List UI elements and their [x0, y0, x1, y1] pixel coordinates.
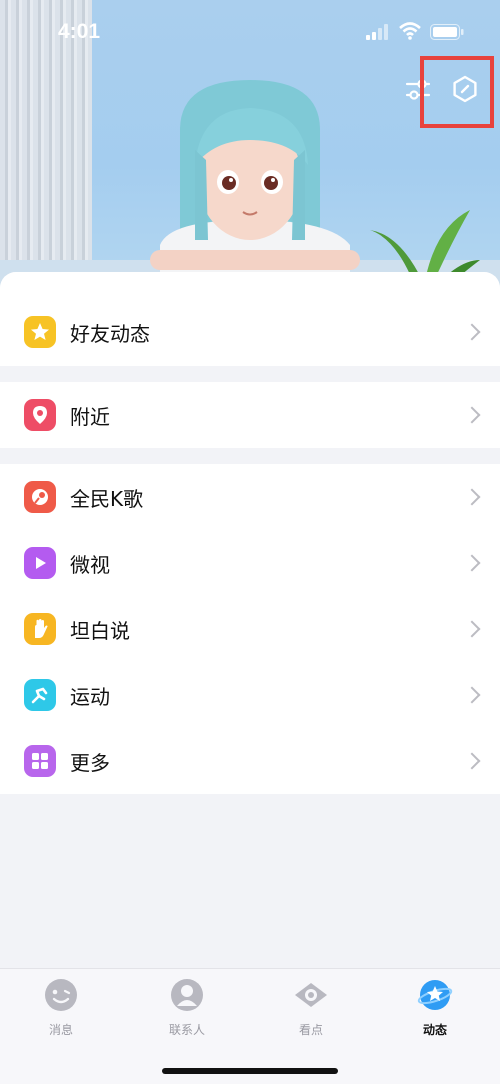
tab-label: 看点 [298, 1023, 323, 1037]
tab-label: 动态 [422, 1023, 447, 1037]
eye-icon [295, 983, 327, 1007]
avatar-character-illustration [150, 80, 360, 280]
chevron-right-icon [463, 620, 481, 638]
chevron-right-icon [463, 752, 481, 770]
tab-contacts[interactable]: 联系人 [137, 977, 237, 1038]
contact-person-icon [171, 979, 203, 1011]
wifi-icon [399, 22, 421, 40]
list-item-friend-feed[interactable]: 好友动态 [0, 298, 500, 366]
chevron-right-icon [463, 323, 481, 341]
list-item-karaoke[interactable]: 全民K歌 [0, 464, 500, 530]
list-item-label: 全民K歌 [70, 486, 144, 511]
tab-discover[interactable]: 看点 [261, 977, 361, 1038]
list-item-weishi[interactable]: 微视 [0, 530, 500, 596]
karaoke-icon [24, 481, 56, 513]
home-indicator [162, 1068, 338, 1074]
list-item-label: 微视 [70, 552, 110, 577]
tab-messages[interactable]: 消息 [11, 977, 111, 1038]
status-bar: 4:01 [0, 0, 500, 60]
weishi-play-icon [24, 547, 56, 579]
list-item-sports[interactable]: 运动 [0, 662, 500, 728]
grid-more-icon [24, 745, 56, 777]
list-item-label: 附近 [70, 404, 110, 429]
chevron-right-icon [463, 488, 481, 506]
cellular-signal-icon [366, 24, 388, 40]
list-item-more[interactable]: 更多 [0, 728, 500, 794]
location-pin-icon [24, 399, 56, 431]
message-face-icon [45, 979, 77, 1011]
running-icon [24, 679, 56, 711]
tab-label: 消息 [48, 1023, 73, 1037]
list-group-apps: 全民K歌 微视 坦白说 运动 更多 [0, 464, 500, 794]
feature-list: 好友动态 附近 全民K歌 微视 坦白说 运动 更多 [0, 272, 500, 972]
profile-hero-banner: 4:01 [0, 0, 500, 300]
tab-feed[interactable]: 动态 [385, 977, 485, 1038]
chevron-right-icon [463, 686, 481, 704]
tab-label: 联系人 [168, 1023, 205, 1037]
list-group-friends: 好友动态 [0, 272, 500, 366]
list-item-label: 坦白说 [70, 618, 130, 643]
list-item-confession[interactable]: 坦白说 [0, 596, 500, 662]
list-item-label: 运动 [70, 684, 110, 709]
status-time: 4:01 [58, 20, 101, 43]
list-item-nearby[interactable]: 附近 [0, 382, 500, 448]
list-item-label: 好友动态 [70, 321, 150, 346]
list-item-label: 更多 [70, 750, 110, 775]
highlight-annotation-box [420, 56, 494, 128]
bottom-tab-bar: 消息 联系人 看点 动态 [0, 968, 500, 1084]
qzone-star-icon [24, 316, 56, 348]
battery-icon [430, 24, 464, 40]
chevron-right-icon [463, 406, 481, 424]
list-group-nearby: 附近 [0, 382, 500, 448]
chevron-right-icon [463, 554, 481, 572]
hand-icon [24, 613, 56, 645]
planet-star-icon [417, 980, 453, 1010]
